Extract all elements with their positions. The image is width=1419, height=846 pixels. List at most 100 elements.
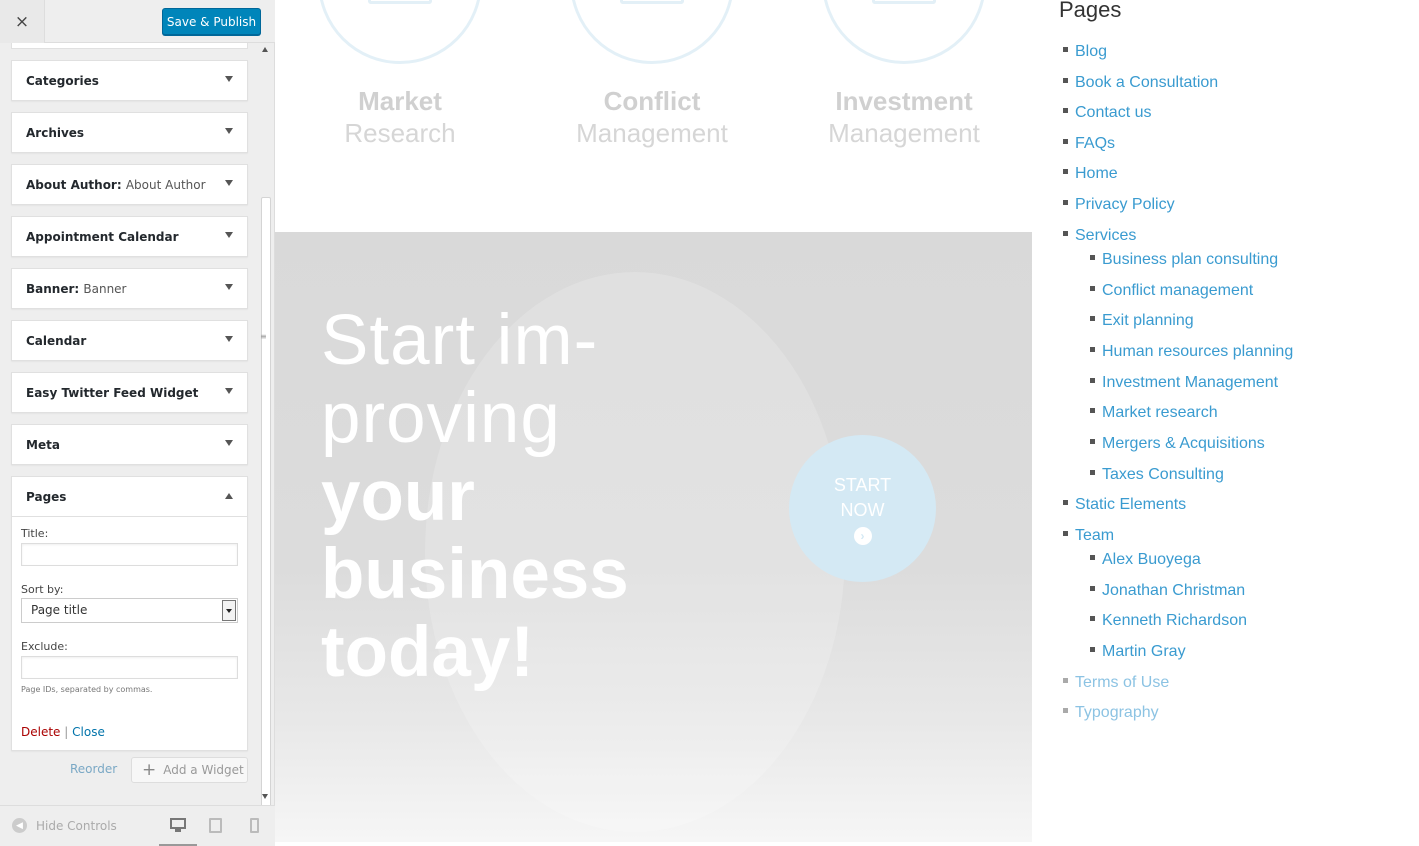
- expand-arrow-icon[interactable]: [225, 76, 233, 82]
- hero-line: Start im-: [321, 301, 599, 380]
- sortby-select[interactable]: Page title: [21, 598, 238, 623]
- widget-archives[interactable]: Archives: [11, 112, 248, 153]
- widget-meta[interactable]: Meta: [11, 424, 248, 465]
- plus-icon: +: [142, 759, 157, 780]
- scroll-up-icon[interactable]: [262, 47, 268, 52]
- service-title: Investment: [835, 86, 973, 116]
- page-sublink[interactable]: Conflict management: [1090, 282, 1253, 300]
- page-link[interactable]: Book a Consultation: [1063, 74, 1218, 92]
- page-sublink[interactable]: Investment Management: [1090, 374, 1278, 392]
- hide-controls-button[interactable]: ◀ Hide Controls: [12, 818, 117, 833]
- expand-arrow-icon[interactable]: [225, 284, 233, 290]
- expand-arrow-icon[interactable]: [225, 180, 233, 186]
- exclude-field[interactable]: [21, 656, 238, 679]
- hero-line: proving: [321, 379, 561, 458]
- widget-twitter-feed[interactable]: Easy Twitter Feed Widget: [11, 372, 248, 413]
- page-sublink[interactable]: Jonathan Christman: [1090, 582, 1245, 600]
- page-sublink[interactable]: Exit planning: [1090, 312, 1194, 330]
- expand-arrow-icon[interactable]: [225, 128, 233, 134]
- widget-banner[interactable]: Banner: Banner: [11, 268, 248, 309]
- service-icon-ring: [318, 0, 482, 64]
- service-title: Conflict: [603, 86, 701, 116]
- widget-title: Categories: [26, 74, 99, 88]
- tablet-preview-icon[interactable]: [209, 818, 222, 833]
- page-sublink[interactable]: Taxes Consulting: [1090, 466, 1224, 484]
- grip-icon: ≡: [260, 332, 267, 341]
- expand-arrow-icon[interactable]: [225, 388, 233, 394]
- widget-title: Appointment Calendar: [26, 230, 179, 244]
- widget-list: Categories Archives About Author: About …: [11, 43, 248, 751]
- service-icon: [368, 0, 432, 4]
- widget-actions: Delete | Close: [21, 725, 105, 739]
- pages-widget-preview: Pages Blog Book a Consultation Contact u…: [1032, 0, 1419, 846]
- page-link[interactable]: Privacy Policy: [1063, 196, 1175, 214]
- widget-about-author[interactable]: About Author: About Author: [11, 164, 248, 205]
- collapse-arrow-icon[interactable]: [225, 493, 233, 499]
- start-now-label-1: START: [833, 474, 892, 495]
- expand-arrow-icon[interactable]: [225, 336, 233, 342]
- widget-subtitle: Banner: [83, 282, 127, 296]
- hide-controls-label: Hide Controls: [36, 818, 117, 833]
- scroll-thumb[interactable]: [261, 197, 271, 833]
- hero-line: today!: [321, 613, 534, 692]
- action-separator: |: [64, 725, 69, 739]
- page-link[interactable]: Blog: [1063, 43, 1107, 61]
- widget-subtitle: About Author: [125, 178, 206, 192]
- expand-arrow-icon[interactable]: [225, 232, 233, 238]
- page-sublink[interactable]: Business plan consulting: [1090, 251, 1278, 269]
- customizer-sidebar: × Save & Publish Categories Archives Abo…: [0, 0, 275, 846]
- service-title: Market: [358, 86, 442, 116]
- page-sublink[interactable]: Alex Buoyega: [1090, 551, 1201, 569]
- service-subtitle: Research: [344, 118, 456, 148]
- customizer-footer: ◀ Hide Controls: [0, 805, 275, 846]
- delete-link[interactable]: Delete: [21, 725, 60, 739]
- widget-title: About Author:: [26, 178, 122, 192]
- chevron-down-icon[interactable]: [222, 600, 236, 621]
- page-link[interactable]: Team: [1063, 527, 1114, 545]
- service-icon: [872, 0, 936, 4]
- hero-banner: Start im- proving your business today! S…: [275, 232, 1032, 842]
- page-link[interactable]: Terms of Use: [1063, 674, 1169, 692]
- widget-title: Meta: [26, 438, 60, 452]
- close-icon[interactable]: ×: [0, 0, 45, 43]
- page-link[interactable]: FAQs: [1063, 135, 1115, 153]
- add-widget-label: Add a Widget: [163, 763, 244, 777]
- expand-arrow-icon[interactable]: [225, 440, 233, 446]
- widget-pages-header[interactable]: Pages: [12, 477, 247, 517]
- sortby-field-label: Sort by:: [21, 583, 64, 596]
- widget-pages: Pages Title: Sort by: Page title Exclude…: [11, 476, 248, 751]
- widget-title: Pages: [26, 490, 67, 504]
- start-now-button[interactable]: START NOW ›: [789, 435, 936, 582]
- widget-title: Archives: [26, 126, 85, 140]
- scroll-down-icon[interactable]: [262, 794, 268, 799]
- sidebar-scrollbar[interactable]: ≡: [258, 43, 273, 833]
- page-link[interactable]: Contact us: [1063, 104, 1151, 122]
- page-link[interactable]: Static Elements: [1063, 496, 1186, 514]
- page-sublink[interactable]: Martin Gray: [1090, 643, 1186, 661]
- widget-appointment-calendar[interactable]: Appointment Calendar: [11, 216, 248, 257]
- widget-categories[interactable]: Categories: [11, 60, 248, 101]
- title-field[interactable]: [21, 543, 238, 566]
- exclude-hint: Page IDs, separated by commas.: [21, 685, 153, 694]
- close-link[interactable]: Close: [72, 725, 105, 739]
- page-link[interactable]: Services: [1063, 227, 1136, 245]
- desktop-preview-icon[interactable]: [170, 818, 186, 832]
- mobile-preview-icon[interactable]: [250, 818, 259, 833]
- page-sublink[interactable]: Market research: [1090, 404, 1218, 422]
- widget-title: Banner:: [26, 282, 80, 296]
- reorder-link[interactable]: Reorder: [70, 762, 117, 776]
- widget-title: Easy Twitter Feed Widget: [26, 386, 199, 400]
- page-sublink[interactable]: Kenneth Richardson: [1090, 612, 1247, 630]
- page-sublink[interactable]: Mergers & Acquisitions: [1090, 435, 1265, 453]
- page-link[interactable]: Typography: [1063, 704, 1159, 722]
- hero-heading: Start im- proving your business today!: [321, 302, 741, 692]
- hero-line: business: [321, 535, 629, 614]
- page-link[interactable]: Home: [1063, 165, 1118, 183]
- hero-line: your: [321, 457, 475, 536]
- add-widget-button[interactable]: + Add a Widget: [131, 757, 248, 783]
- widget-title: Calendar: [26, 334, 87, 348]
- widget-calendar[interactable]: Calendar: [11, 320, 248, 361]
- save-publish-button[interactable]: Save & Publish: [162, 8, 261, 35]
- service-subtitle: Management: [576, 118, 728, 148]
- page-sublink[interactable]: Human resources planning: [1090, 343, 1293, 361]
